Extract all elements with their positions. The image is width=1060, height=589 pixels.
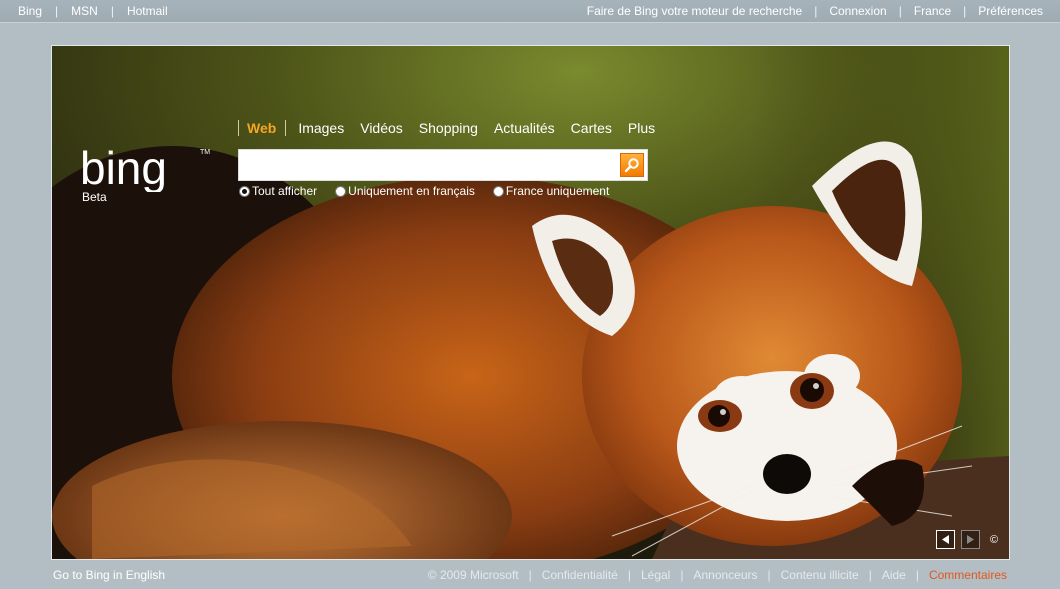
top-links-right: Faire de Bing votre moteur de recherche … [587, 4, 1043, 18]
illegal-content-link[interactable]: Contenu illicite [781, 568, 859, 582]
magnifier-icon [624, 158, 639, 173]
separator: | [627, 568, 631, 582]
homepage-image-frame: bing TM Beta Web Images Vidéos Shopping … [51, 45, 1010, 560]
separator: | [868, 568, 872, 582]
top-link-msn[interactable]: MSN [71, 4, 98, 18]
separator: | [767, 568, 771, 582]
bing-logo-text: bing [80, 142, 167, 192]
scope-french-label: Uniquement en français [348, 184, 475, 198]
tab-videos[interactable]: Vidéos [360, 120, 403, 136]
footer: Go to Bing in English © 2009 Microsoft |… [0, 563, 1060, 587]
tab-divider [285, 120, 287, 136]
privacy-link[interactable]: Confidentialité [542, 568, 618, 582]
legal-link[interactable]: Légal [641, 568, 670, 582]
radio-selected-icon[interactable] [239, 185, 250, 197]
image-copyright-icon[interactable]: © [990, 534, 998, 546]
bing-logo[interactable]: bing TM [80, 142, 210, 192]
search-button[interactable] [620, 153, 644, 177]
next-image-button[interactable] [961, 530, 980, 549]
sign-in-link[interactable]: Connexion [829, 4, 886, 18]
tab-news[interactable]: Actualités [494, 120, 555, 136]
tab-divider [238, 120, 239, 136]
preferences-link[interactable]: Préférences [978, 4, 1043, 18]
beta-label: Beta [82, 190, 107, 204]
scope-all-radio[interactable]: Tout afficher [239, 184, 317, 198]
make-default-link[interactable]: Faire de Bing votre moteur de recherche [587, 4, 802, 18]
tab-maps[interactable]: Cartes [571, 120, 612, 136]
country-link[interactable]: France [914, 4, 951, 18]
search-box [238, 149, 648, 181]
tab-images[interactable]: Images [298, 120, 344, 136]
tab-shopping[interactable]: Shopping [419, 120, 478, 136]
separator: | [963, 4, 967, 18]
image-navigation: © [936, 530, 998, 549]
radio-unselected-icon[interactable] [335, 185, 347, 197]
separator: | [680, 568, 684, 582]
separator: | [814, 4, 818, 18]
advertisers-link[interactable]: Annonceurs [693, 568, 757, 582]
footer-links: © 2009 Microsoft | Confidentialité | Lég… [428, 568, 1007, 582]
previous-image-button[interactable] [936, 530, 955, 549]
copyright-text: © 2009 Microsoft [427, 568, 519, 582]
separator: | [55, 4, 59, 18]
top-link-bing[interactable]: Bing [18, 4, 42, 18]
scope-french-radio[interactable]: Uniquement en français [335, 184, 475, 198]
feedback-link[interactable]: Commentaires [929, 568, 1007, 582]
top-links-left: Bing | MSN | Hotmail [18, 4, 168, 18]
top-link-hotmail[interactable]: Hotmail [127, 4, 168, 18]
scope-all-label: Tout afficher [252, 184, 318, 198]
separator: | [528, 568, 532, 582]
radio-unselected-icon[interactable] [492, 185, 504, 197]
tab-more[interactable]: Plus [628, 120, 655, 136]
search-input[interactable] [241, 152, 616, 178]
svg-text:TM: TM [200, 149, 210, 156]
separator: | [915, 568, 919, 582]
scope-france-label: France uniquement [505, 184, 610, 198]
top-bar: Bing | MSN | Hotmail Faire de Bing votre… [0, 0, 1060, 23]
search-scope-options: Tout afficher Uniquement en français Fra… [239, 184, 627, 198]
separator: | [110, 4, 114, 18]
scope-france-radio[interactable]: France uniquement [492, 184, 610, 198]
separator: | [898, 4, 902, 18]
help-link[interactable]: Aide [882, 568, 906, 582]
triangle-left-icon [942, 535, 949, 544]
go-to-english-link[interactable]: Go to Bing in English [53, 568, 165, 582]
search-vertical-tabs: Web Images Vidéos Shopping Actualités Ca… [238, 120, 671, 136]
tab-web[interactable]: Web [247, 120, 276, 136]
triangle-right-icon [967, 535, 974, 544]
